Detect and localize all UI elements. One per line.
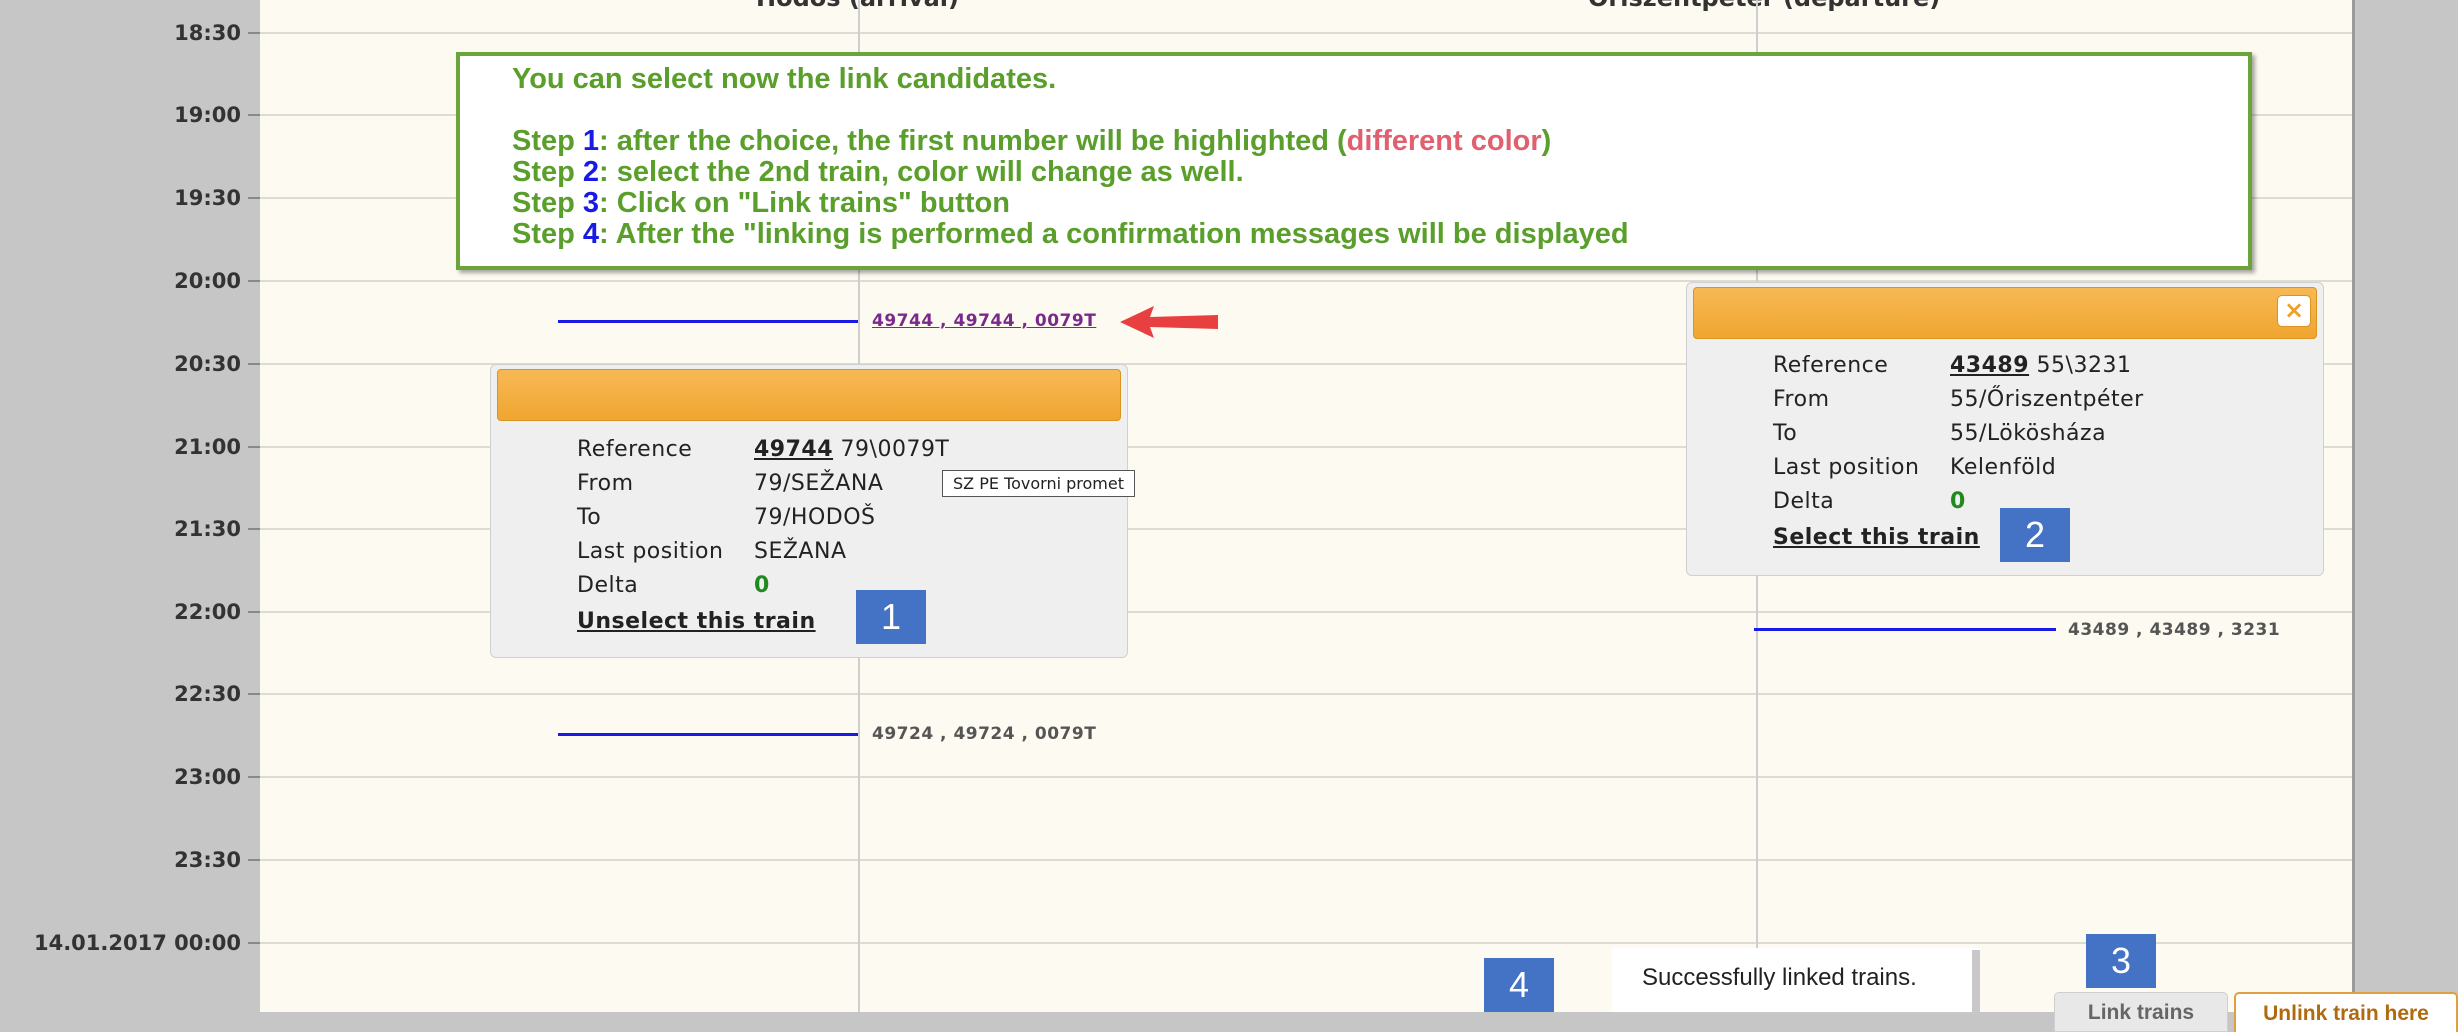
popup-header-bar <box>1693 287 2317 339</box>
train-line[interactable] <box>558 733 858 736</box>
train-label-selected[interactable]: 49744 , 49744 , 0079T <box>872 311 1096 331</box>
popup-from-row: From 55/Őriszentpéter <box>1773 387 2144 412</box>
step-badge-3: 3 <box>2086 934 2156 988</box>
popup-lastpos-row: Last position SEŽANA <box>577 539 847 564</box>
popup-lastpos-row: Last position Kelenföld <box>1773 455 2057 480</box>
time-label: 18:30 <box>174 21 241 45</box>
time-tick <box>248 363 260 365</box>
grid-line <box>260 32 2352 34</box>
time-tick <box>248 197 260 199</box>
red-arrow-icon <box>1120 306 1218 338</box>
grid-line <box>260 693 2352 695</box>
popup-to-row: To 55/Lökösháza <box>1773 421 2107 446</box>
time-label: 20:00 <box>174 269 241 293</box>
instruction-step-2: Step 2: select the 2nd train, color will… <box>512 156 1244 188</box>
grid-line <box>260 942 2352 944</box>
time-label: 23:00 <box>174 765 241 789</box>
unselect-train-link[interactable]: Unselect this train <box>577 609 816 634</box>
popup-header-bar <box>497 369 1121 421</box>
instruction-line: You can select now the link candidates. <box>512 63 1057 95</box>
time-tick <box>248 693 260 695</box>
select-train-link[interactable]: Select this train <box>1773 525 1980 550</box>
time-label: 20:30 <box>174 352 241 376</box>
time-label: 14.01.2017 00:00 <box>33 931 241 955</box>
time-tick <box>248 942 260 944</box>
time-tick <box>248 280 260 282</box>
popup-reference-row: Reference 43489 55\3231 <box>1773 353 2132 378</box>
tooltip: SZ PE Tovorni promet <box>942 470 1135 497</box>
time-tick <box>248 859 260 861</box>
time-tick <box>248 528 260 530</box>
time-label: 19:30 <box>174 186 241 210</box>
time-tick <box>248 446 260 448</box>
popup-from-row: From 79/SEŽANA <box>577 471 884 496</box>
time-tick <box>248 114 260 116</box>
step-badge-1: 1 <box>856 590 926 644</box>
popup-delta-row: Delta 0 <box>1773 489 1966 514</box>
close-icon[interactable]: × <box>2277 295 2311 327</box>
popup-reference-row: Reference 49744 79\0079T <box>577 437 950 462</box>
step-badge-4: 4 <box>1484 958 1554 1012</box>
time-label: 23:30 <box>174 848 241 872</box>
instruction-step-1: Step 1: after the choice, the first numb… <box>512 125 1552 157</box>
step-badge-2: 2 <box>2000 508 2070 562</box>
time-tick <box>248 611 260 613</box>
instruction-step-3: Step 3: Click on "Link trains" button <box>512 187 1010 219</box>
link-trains-button[interactable]: Link trains <box>2054 992 2228 1032</box>
unlink-train-button[interactable]: Unlink train here <box>2234 992 2458 1032</box>
popup-to-row: To 79/HODOŠ <box>577 505 876 530</box>
column-header-departure: Őriszentpéter (departure) <box>1588 0 1940 12</box>
time-label: 22:00 <box>174 600 241 624</box>
train-info-popup-left: Reference 49744 79\0079T From 79/SEŽANA To… <box>490 364 1128 658</box>
time-tick <box>248 776 260 778</box>
popup-delta-row: Delta 0 <box>577 573 770 598</box>
time-label: 21:30 <box>174 517 241 541</box>
instruction-box: You can select now the link candidates. … <box>456 52 2252 270</box>
time-label: 22:30 <box>174 682 241 706</box>
train-line[interactable] <box>558 320 858 323</box>
instruction-step-4: Step 4: After the "linking is performed … <box>512 218 1629 250</box>
chart-right-border <box>2352 0 2355 1012</box>
train-label[interactable]: 43489 , 43489 , 3231 <box>2068 620 2280 640</box>
train-line[interactable] <box>1754 628 2056 631</box>
time-label: 21:00 <box>174 435 241 459</box>
train-label[interactable]: 49724 , 49724 , 0079T <box>872 724 1096 744</box>
time-tick <box>248 32 260 34</box>
time-label: 19:00 <box>174 103 241 127</box>
grid-line <box>260 776 2352 778</box>
grid-line <box>260 859 2352 861</box>
confirmation-message: Successfully linked trains. <box>1642 964 1917 991</box>
